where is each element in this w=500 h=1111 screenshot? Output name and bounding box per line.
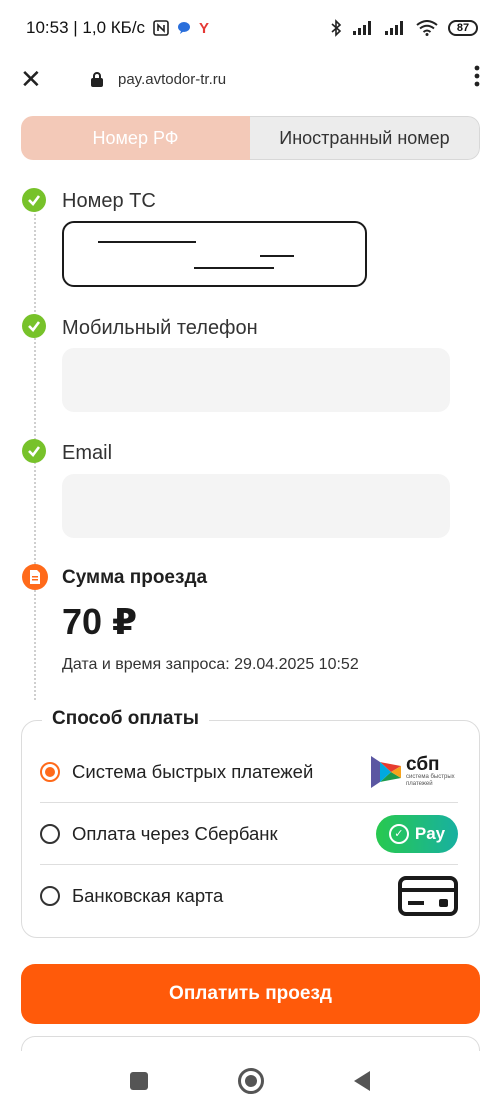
request-datetime: Дата и время запроса: 29.04.2025 10:52 xyxy=(62,656,359,673)
battery-indicator: 87 xyxy=(448,20,478,36)
redacted-text xyxy=(194,267,274,269)
sber-check-icon: ✓ xyxy=(388,823,409,844)
recents-icon[interactable] xyxy=(130,1072,148,1090)
vehicle-number-input[interactable] xyxy=(62,221,367,287)
check-icon xyxy=(22,314,46,338)
payment-option-sbp[interactable]: Система быстрых платежей сбп система быс… xyxy=(40,741,458,803)
status-bar: 10:53 | 1,0 КБ/с Y 87 xyxy=(0,0,500,56)
browser-toolbar: ✕ pay.avtodor-tr.ru xyxy=(0,56,500,102)
yandex-icon: Y xyxy=(199,19,210,37)
wifi-icon xyxy=(416,20,438,36)
system-nav-bar xyxy=(0,1051,500,1111)
home-icon[interactable] xyxy=(238,1068,264,1094)
sberpay-text: Pay xyxy=(414,823,446,843)
sbp-logo: сбп система быстрых платежей xyxy=(370,752,458,792)
sberpay-logo: ✓ Pay xyxy=(376,814,458,853)
document-icon xyxy=(22,564,48,590)
radio-sbp[interactable] xyxy=(40,761,60,782)
payment-option-bank-card[interactable]: Банковская карта xyxy=(40,865,458,927)
pay-trip-button[interactable]: Оплатить проезд xyxy=(21,964,480,1024)
trip-sum-amount: 70 ₽ xyxy=(62,601,138,642)
email-label: Email xyxy=(62,442,113,464)
radio-bank-card[interactable] xyxy=(40,886,60,906)
trip-sum-title: Сумма проезда xyxy=(62,567,208,588)
nfc-icon xyxy=(153,20,169,36)
url-text[interactable]: pay.avtodor-tr.ru xyxy=(118,71,226,88)
sbp-logo-text: сбп xyxy=(406,753,440,775)
signal-icon-2 xyxy=(384,20,406,36)
payment-option-label: Оплата через Сбербанк xyxy=(72,822,278,844)
bluetooth-icon xyxy=(330,19,342,37)
payment-option-sberbank[interactable]: Оплата через Сбербанк ✓ Pay xyxy=(40,803,458,865)
check-icon xyxy=(22,439,46,463)
payment-option-label: Система быстрых платежей xyxy=(72,760,314,782)
phone-input[interactable] xyxy=(62,348,450,412)
redacted-text xyxy=(260,255,294,257)
email-input[interactable] xyxy=(62,474,450,538)
sbp-logo-subtext: система быстрых платежей xyxy=(406,773,455,787)
more-menu-icon[interactable] xyxy=(474,65,480,93)
tab-foreign-number[interactable]: Иностранный номер xyxy=(250,116,480,160)
payment-option-label: Банковская карта xyxy=(72,885,224,906)
bank-card-icon xyxy=(398,876,458,916)
lock-icon xyxy=(90,71,104,87)
status-time: 10:53 | 1,0 КБ/с xyxy=(26,18,146,37)
message-icon xyxy=(177,21,191,35)
redacted-text xyxy=(98,241,196,243)
signal-icon-1 xyxy=(352,20,374,36)
number-type-tabs: Номер РФ Иностранный номер xyxy=(21,116,480,160)
check-icon xyxy=(22,188,46,212)
close-icon[interactable]: ✕ xyxy=(20,64,50,95)
payment-method-title: Способ оплаты xyxy=(42,708,209,730)
back-icon[interactable] xyxy=(354,1071,370,1091)
vehicle-number-label: Номер ТС xyxy=(62,190,156,212)
radio-sberbank[interactable] xyxy=(40,823,60,844)
phone-label: Мобильный телефон xyxy=(62,317,258,339)
tab-russian-number[interactable]: Номер РФ xyxy=(21,116,250,160)
